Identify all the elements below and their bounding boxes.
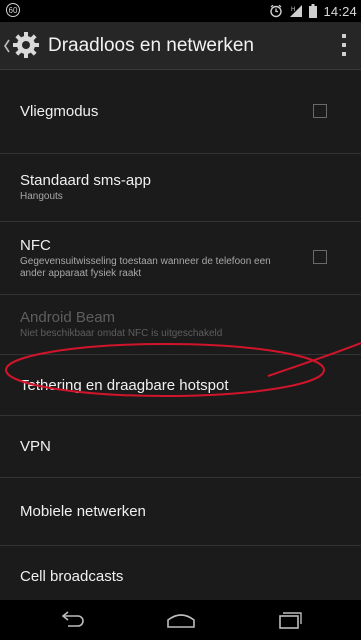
setting-title: Cell broadcasts bbox=[20, 567, 124, 585]
signal-icon: H bbox=[290, 5, 303, 17]
alarm-icon bbox=[270, 4, 283, 18]
settings-gear-icon[interactable] bbox=[12, 31, 40, 59]
setting-title: Android Beam bbox=[20, 309, 116, 326]
setting-title: Standaard sms-app bbox=[20, 172, 151, 189]
up-chevron-icon[interactable] bbox=[3, 38, 11, 54]
notification-badge: 60 bbox=[6, 3, 22, 19]
setting-nfc[interactable]: NFC Gegevensuitwisseling toestaan wannee… bbox=[0, 222, 361, 295]
status-bar: 60 H 14:24 bbox=[0, 0, 361, 22]
setting-cell-broadcasts[interactable]: Cell broadcasts bbox=[0, 546, 361, 606]
nfc-checkbox[interactable] bbox=[313, 250, 327, 264]
battery-icon bbox=[309, 4, 318, 18]
navigation-bar bbox=[0, 600, 361, 640]
setting-title: NFC bbox=[20, 236, 51, 254]
setting-title: VPN bbox=[20, 438, 51, 455]
setting-title: Tethering en draagbare hotspot bbox=[20, 376, 229, 394]
setting-title: Mobiele netwerken bbox=[20, 503, 146, 520]
setting-vliegmodus[interactable]: Vliegmodus bbox=[0, 70, 361, 154]
overflow-menu-icon[interactable] bbox=[341, 34, 347, 56]
status-time: 14:24 bbox=[323, 3, 357, 19]
setting-vpn[interactable]: VPN bbox=[0, 416, 361, 478]
recents-icon[interactable] bbox=[272, 608, 306, 632]
setting-title: Vliegmodus bbox=[20, 103, 99, 120]
vliegmodus-checkbox[interactable] bbox=[313, 103, 327, 118]
setting-mobiele-netwerken[interactable]: Mobiele netwerken bbox=[0, 478, 361, 546]
setting-sms-app[interactable]: Standaard sms-app Hangouts bbox=[0, 154, 361, 222]
back-icon[interactable] bbox=[56, 608, 90, 632]
svg-text:H: H bbox=[291, 7, 295, 13]
home-icon[interactable] bbox=[164, 608, 198, 632]
setting-android-beam: Android Beam Niet beschikbaar omdat NFC … bbox=[0, 295, 361, 355]
page-title: Draadloos en netwerken bbox=[48, 35, 254, 56]
setting-summary: Hangouts bbox=[20, 191, 63, 202]
notification-count: 60 bbox=[6, 3, 20, 17]
setting-summary: Niet beschikbaar omdat NFC is uitgeschak… bbox=[20, 328, 223, 339]
setting-summary: Gegevensuitwisseling toestaan wanneer de… bbox=[20, 255, 271, 279]
action-bar: Draadloos en netwerken bbox=[0, 22, 361, 70]
status-icons: H 14:24 bbox=[269, 3, 357, 19]
settings-list: Vliegmodus Standaard sms-app Hangouts NF… bbox=[0, 70, 361, 606]
setting-tethering[interactable]: Tethering en draagbare hotspot bbox=[0, 355, 361, 416]
